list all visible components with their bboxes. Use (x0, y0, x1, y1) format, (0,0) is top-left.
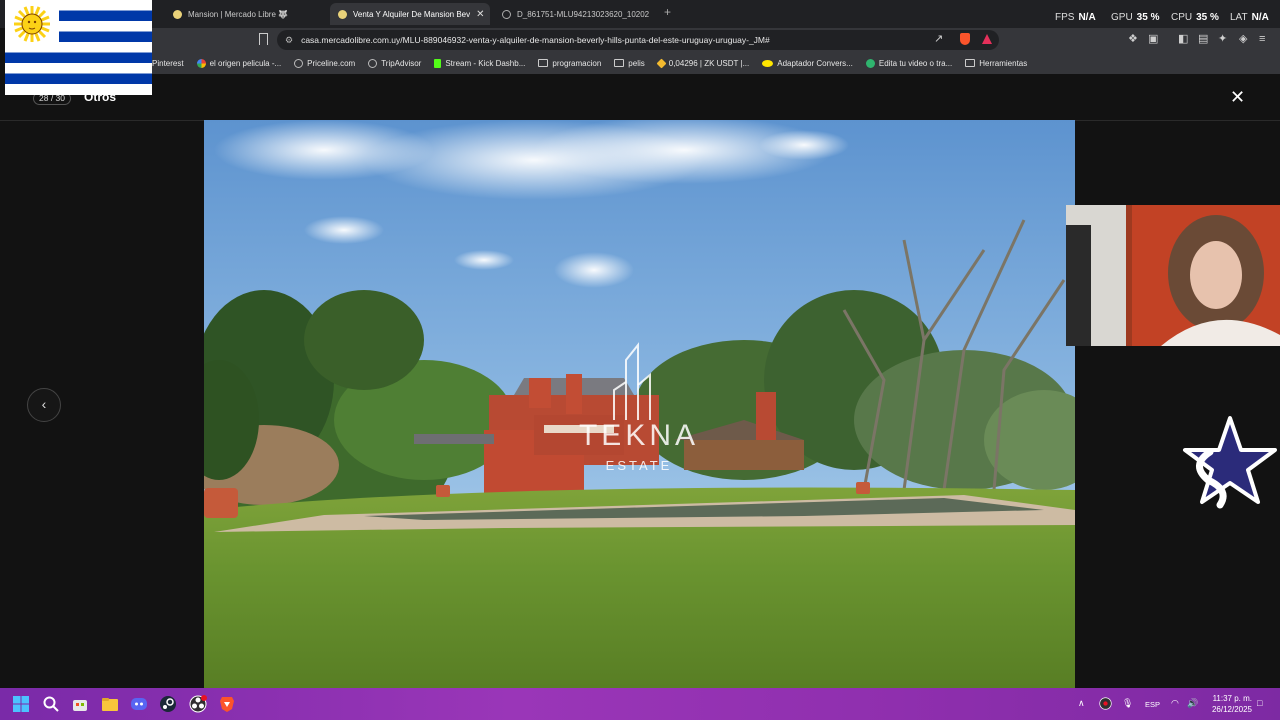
fps-readout: FPS N/A (1055, 12, 1096, 23)
microphone-icon[interactable]: 🎙 (1122, 698, 1133, 709)
lat-readout: LAT N/A (1230, 12, 1269, 23)
bookmark-pinterest[interactable]: Pinterest (152, 59, 184, 68)
chevron-left-icon: ‹ (41, 396, 47, 412)
bookmark-folder-herramientas[interactable]: Herramientas (965, 59, 1027, 68)
brave-browser-icon[interactable] (218, 695, 236, 713)
brave-rewards-icon[interactable] (982, 34, 992, 44)
property-photo: TEKNA ESTATE (204, 120, 1075, 688)
steam-icon[interactable] (159, 695, 177, 713)
tab-close-icon[interactable]: ✕ (476, 9, 484, 20)
wifi-icon[interactable]: ◠ (1171, 698, 1179, 709)
vpn-shield-icon[interactable]: ◈ (1239, 33, 1247, 45)
browser-tab-bar: Mansion | Mercado Libre 🐺 Venta Y Alquil… (0, 0, 1280, 28)
globe-icon (368, 58, 378, 68)
tab-venta-alquiler-mansion[interactable]: Venta Y Alquiler De Mansion Bev ✕ (330, 3, 490, 25)
bookmark-tripadvisor[interactable]: TripAdvisor (368, 58, 421, 68)
mercadolibre-icon (762, 59, 774, 67)
volume-icon[interactable]: 🔊 (1187, 698, 1198, 709)
search-icon[interactable] (42, 695, 60, 713)
site-info-icon[interactable]: ⚙ (285, 35, 293, 46)
tab-title: D_861751-MLU94213023620_10202 (517, 9, 650, 19)
bookmark-adaptador[interactable]: Adaptador Convers... (762, 59, 853, 68)
tab-title: Venta Y Alquiler De Mansion Bev (353, 9, 471, 19)
menu-icon[interactable]: ≡ (1259, 33, 1265, 45)
clipchamp-icon (865, 58, 875, 68)
bookmark-folder-programacion[interactable]: programacion (538, 59, 601, 68)
bookmarks-bar: Pinterest el origen pelicula -... Pricel… (152, 52, 1280, 74)
clock-time: 11:37 p. m. (1212, 694, 1252, 703)
watermark-brand: TEKNA (579, 419, 699, 452)
bookmark-priceline[interactable]: Priceline.com (294, 58, 355, 68)
binance-icon (656, 58, 667, 68)
globe-icon (294, 58, 304, 68)
mercadolibre-favicon-icon (338, 9, 347, 19)
bookmark-clipchamp[interactable]: Edita tu video o tra... (865, 58, 952, 68)
bookmark-icon[interactable] (259, 33, 268, 45)
gallery-modal: 28 / 30 Otros ✕ ‹ TEKNA ESTATE (0, 74, 1280, 688)
wallet-icon[interactable]: ▤ (1198, 33, 1208, 45)
new-tab-button[interactable]: + (664, 5, 671, 19)
discord-icon[interactable] (130, 695, 148, 713)
google-icon (196, 58, 206, 68)
folder-icon (538, 59, 549, 67)
bookmark-binance[interactable]: 0,04296 | ZK USDT |... (656, 58, 749, 68)
webcam-overlay (1066, 205, 1280, 346)
watermark-subtitle: ESTATE (606, 458, 673, 473)
sidebar-icon[interactable]: ◧ (1178, 33, 1188, 45)
tab-mansion-mercado-libre[interactable]: Mansion | Mercado Libre 🐺 (165, 3, 325, 25)
bookmark-kick[interactable]: Stream - Kick Dashb... (434, 58, 525, 68)
address-bar-row: ⚙ casa.mercadolibre.com.uy/MLU-889046932… (152, 28, 1280, 52)
mercadolibre-favicon-icon (173, 9, 182, 19)
obs-tray-icon[interactable] (1099, 697, 1112, 710)
url-text: casa.mercadolibre.com.uy/MLU-889046932-v… (301, 35, 770, 45)
brave-shields-icon[interactable] (960, 33, 970, 45)
extensions-icon[interactable]: ❖ (1128, 33, 1138, 45)
screen: Mansion | Mercado Libre 🐺 Venta Y Alquil… (0, 0, 1280, 720)
windows-taskbar: ∧ 🎙 ESP ◠ 🔊 11:37 p. m. 26/12/2025 □ (0, 688, 1280, 720)
leo-ai-icon[interactable]: ✦ (1218, 33, 1227, 45)
microsoft-store-icon[interactable] (71, 695, 89, 713)
kick-icon (434, 58, 442, 68)
folder-icon (614, 59, 625, 67)
tab-title: Mansion | Mercado Libre 🐺 (188, 9, 289, 19)
url-field[interactable]: ⚙ casa.mercadolibre.com.uy/MLU-889046932… (277, 30, 999, 50)
uruguay-flag-image (5, 0, 152, 95)
bookmark-folder-pelis[interactable]: pelis (614, 59, 645, 68)
share-icon[interactable]: ↗ (934, 33, 943, 45)
tray-overflow-icon[interactable]: ∧ (1078, 698, 1085, 709)
notifications-icon[interactable]: □ (1257, 698, 1262, 708)
reader-mode-icon[interactable]: ▣ (1148, 33, 1158, 45)
clock-date: 26/12/2025 (1211, 705, 1252, 714)
input-language-indicator[interactable]: ESP (1145, 700, 1160, 709)
cpu-readout: CPU 35 % (1171, 12, 1219, 23)
close-gallery-button[interactable]: ✕ (1230, 88, 1245, 106)
gpu-readout: GPU 35 % (1111, 12, 1160, 23)
globe-icon (502, 9, 511, 19)
windows-start-icon[interactable] (12, 695, 30, 713)
gallery-header: 28 / 30 Otros ✕ (0, 74, 1280, 121)
tab-image-file[interactable]: D_861751-MLU94213023620_10202 (494, 3, 654, 25)
bookmark-el-origen[interactable]: el origen pelicula -... (196, 58, 281, 68)
folder-icon (965, 59, 976, 67)
system-clock[interactable]: 11:37 p. m. 26/12/2025 (1208, 693, 1252, 715)
channel-star-logo (1183, 416, 1277, 509)
file-explorer-icon[interactable] (101, 695, 119, 713)
obs-studio-icon[interactable] (189, 695, 207, 713)
previous-photo-button[interactable]: ‹ (27, 388, 61, 422)
